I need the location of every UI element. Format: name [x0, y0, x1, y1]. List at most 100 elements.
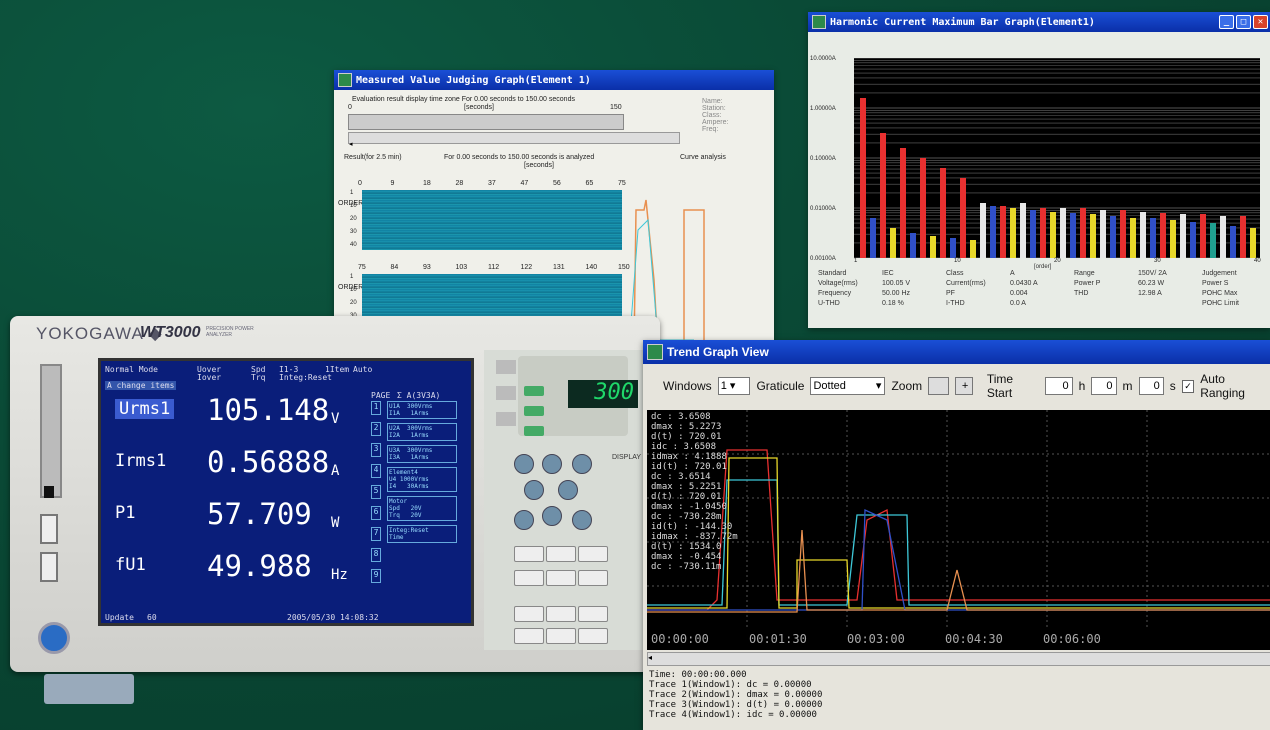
minimize-icon[interactable]: _ [1219, 15, 1234, 29]
side-label: Freq: [702, 126, 719, 133]
tick-label: 112 [488, 264, 500, 271]
iover-label: Iover [197, 373, 222, 382]
trend-scrollbar[interactable]: ◂ [647, 652, 1270, 666]
measured-value-titlebar[interactable]: Measured Value Judging Graph(Element 1) [334, 70, 774, 90]
windows-select[interactable]: 1 ▾ [717, 377, 751, 395]
maximize-icon[interactable]: □ [1236, 15, 1251, 29]
readout-line: idmax : -837.72m [651, 532, 738, 542]
time-s-spin[interactable]: 0 [1138, 377, 1164, 395]
page-item[interactable]: Element4 U4 1000Vrms I4 30Arms [387, 467, 457, 492]
key-3[interactable] [496, 412, 516, 426]
axis-start: 0 [348, 104, 352, 111]
measurement-value: 57.709 [207, 497, 312, 531]
page-item[interactable]: Motor Spd 20V Trq 20V [387, 496, 457, 521]
zoom-plus-button[interactable]: + [955, 377, 973, 395]
func-key-5[interactable] [546, 570, 576, 586]
zoom-minus-button[interactable] [928, 377, 950, 395]
harmonic-bars [854, 12, 1260, 259]
harmonic-bar [1170, 220, 1176, 258]
y-tick: 20 [350, 216, 357, 222]
harmonic-bar [1160, 213, 1166, 258]
page-number[interactable]: 1 [371, 401, 381, 415]
page-item[interactable]: U1A 300Vrms I1A 1Arms [387, 401, 457, 419]
page-number[interactable]: 2 [371, 422, 381, 436]
readout-line: dc : -730.11m [651, 562, 722, 572]
scroll-left-icon[interactable]: ◂ [648, 653, 652, 662]
func-key-12[interactable] [578, 628, 608, 644]
time-scrollbar[interactable]: ◂ [348, 132, 680, 148]
arrow-right-icon[interactable] [558, 480, 578, 500]
page-number[interactable]: 4 [371, 464, 381, 478]
timestamp: 2005/05/30 14:08:32 [287, 613, 379, 622]
arrow-left-icon[interactable] [524, 480, 544, 500]
curve-label: Curve analysis [680, 154, 726, 161]
func-key-2[interactable] [546, 546, 576, 562]
scroll-left-icon[interactable]: ◂ [349, 141, 353, 148]
led-key-a[interactable] [524, 386, 544, 396]
harmonic-titlebar[interactable]: Harmonic Current Maximum Bar Graph(Eleme… [808, 12, 1270, 32]
round-key-4[interactable] [572, 510, 592, 530]
eval-text: Evaluation result display time zone For … [352, 96, 575, 103]
info-cell: Class [946, 270, 964, 277]
time-m-spin[interactable]: 0 [1091, 377, 1117, 395]
time-h-spin[interactable]: 0 [1045, 377, 1073, 395]
page-number[interactable]: 9 [371, 569, 381, 583]
usb-port-2 [40, 552, 58, 582]
harmonic-plot [854, 12, 1260, 259]
func-key-4[interactable] [514, 570, 544, 586]
graticule-label: Graticule [756, 379, 805, 393]
func-key-3[interactable] [578, 546, 608, 562]
info-cell: Power S [1202, 280, 1229, 287]
mode-label: Normal Mode [105, 365, 158, 374]
time-tick: 00:01:30 [749, 632, 807, 646]
func-key-8[interactable] [546, 606, 576, 622]
arrow-down-icon[interactable] [542, 506, 562, 526]
tick-label: 75 [358, 264, 366, 271]
key-2[interactable] [496, 386, 516, 400]
y-tick: 1.00000A [810, 106, 836, 112]
page-number[interactable]: 8 [371, 548, 381, 562]
close-icon[interactable]: ✕ [1253, 15, 1268, 29]
page-number[interactable]: 6 [371, 506, 381, 520]
power-button[interactable] [38, 622, 70, 654]
y-tick: 1 [350, 274, 354, 280]
led-key-b[interactable] [524, 406, 544, 416]
app-icon [647, 344, 663, 360]
x-tick: 10 [954, 258, 961, 264]
result-label: Result(for 2.5 min) [344, 154, 402, 161]
time-zone-bar[interactable] [348, 114, 624, 130]
readout-line: id(t) : -144.30 [651, 522, 733, 532]
func-key-9[interactable] [578, 606, 608, 622]
tick-label: 75 [618, 180, 626, 187]
round-key-2[interactable] [572, 454, 592, 474]
readout-line: dc : -730.28m [651, 512, 722, 522]
change-items-button[interactable]: A change items [105, 381, 177, 390]
arrow-up-icon[interactable] [542, 454, 562, 474]
round-key-1[interactable] [514, 454, 534, 474]
func-key-10[interactable] [514, 628, 544, 644]
func-key-1[interactable] [514, 546, 544, 562]
window-title: Measured Value Judging Graph(Element 1) [356, 74, 591, 86]
windows-label: Windows [663, 379, 712, 393]
round-key-3[interactable] [514, 510, 534, 530]
led-key-c[interactable] [524, 426, 544, 436]
func-key-6[interactable] [578, 570, 608, 586]
info-row: Frequency 50.00 Hz PF 0.004 THD 12.98 A POHC M… [818, 290, 1268, 300]
eject-button[interactable] [44, 486, 54, 498]
key-1[interactable] [496, 360, 516, 374]
update-value: 60 [147, 613, 157, 622]
window-title: Trend Graph View [667, 345, 769, 359]
auto-ranging-checkbox[interactable]: ✓ [1181, 379, 1195, 393]
time-h-unit: h [1078, 379, 1086, 393]
func-key-11[interactable] [546, 628, 576, 644]
page-item[interactable]: Integ:Reset Time [387, 525, 457, 543]
harmonic-bar [1220, 216, 1226, 258]
graticule-select[interactable]: Dotted ▾ [810, 377, 886, 395]
page-number[interactable]: 5 [371, 485, 381, 499]
trend-titlebar[interactable]: Trend Graph View [643, 340, 1270, 364]
page-item[interactable]: U3A 300Vrms I3A 1Arms [387, 445, 457, 463]
page-number[interactable]: 3 [371, 443, 381, 457]
page-item[interactable]: U2A 300Vrms I2A 1Arms [387, 423, 457, 441]
func-key-7[interactable] [514, 606, 544, 622]
page-number[interactable]: 7 [371, 527, 381, 541]
